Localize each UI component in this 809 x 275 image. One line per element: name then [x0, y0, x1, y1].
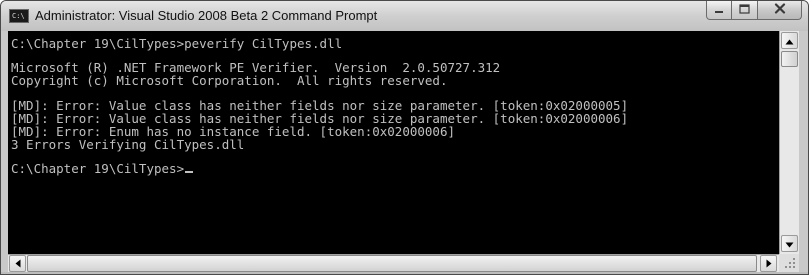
maximize-icon	[739, 1, 750, 19]
window-title: Administrator: Visual Studio 2008 Beta 2…	[35, 8, 378, 23]
maximize-button[interactable]	[732, 1, 758, 20]
title-bar[interactable]: C:\ Administrator: Visual Studio 2008 Be…	[1, 1, 808, 31]
console-prompt-line[interactable]: C:\Chapter 19\CilTypes>	[11, 161, 194, 176]
arrow-up-icon	[785, 32, 794, 50]
command-prompt-window: C:\ Administrator: Visual Studio 2008 Be…	[0, 0, 809, 275]
arrow-down-icon	[785, 235, 794, 253]
arrow-left-icon	[15, 255, 21, 273]
console-line: C:\Chapter 19\CilTypes>peverify CilTypes…	[11, 36, 343, 51]
horizontal-scroll-thumb[interactable]	[27, 255, 757, 272]
caption-buttons	[706, 1, 802, 21]
scroll-down-button[interactable]	[781, 235, 798, 252]
close-button[interactable]	[758, 1, 802, 20]
vertical-scroll-thumb[interactable]	[781, 51, 798, 67]
scroll-right-button[interactable]	[760, 255, 777, 272]
console-line: Copyright (c) Microsoft Corporation. All…	[11, 73, 448, 88]
scroll-up-button[interactable]	[781, 32, 798, 49]
window-frame-bottom	[1, 272, 808, 274]
arrow-right-icon	[766, 255, 772, 273]
text-cursor	[185, 171, 194, 173]
minimize-icon	[714, 1, 724, 19]
size-grip[interactable]	[779, 254, 799, 272]
scroll-left-button[interactable]	[9, 255, 26, 272]
command-prompt-icon[interactable]: C:\	[9, 9, 29, 23]
console-line: 3 Errors Verifying CilTypes.dll	[11, 137, 245, 152]
horizontal-scrollbar[interactable]	[8, 254, 779, 272]
minimize-button[interactable]	[706, 1, 732, 20]
close-icon	[774, 1, 786, 19]
vertical-scrollbar[interactable]	[779, 31, 799, 254]
console-prompt: C:\Chapter 19\CilTypes>	[11, 161, 185, 176]
console-output[interactable]: C:\Chapter 19\CilTypes>peverify CilTypes…	[8, 31, 779, 254]
